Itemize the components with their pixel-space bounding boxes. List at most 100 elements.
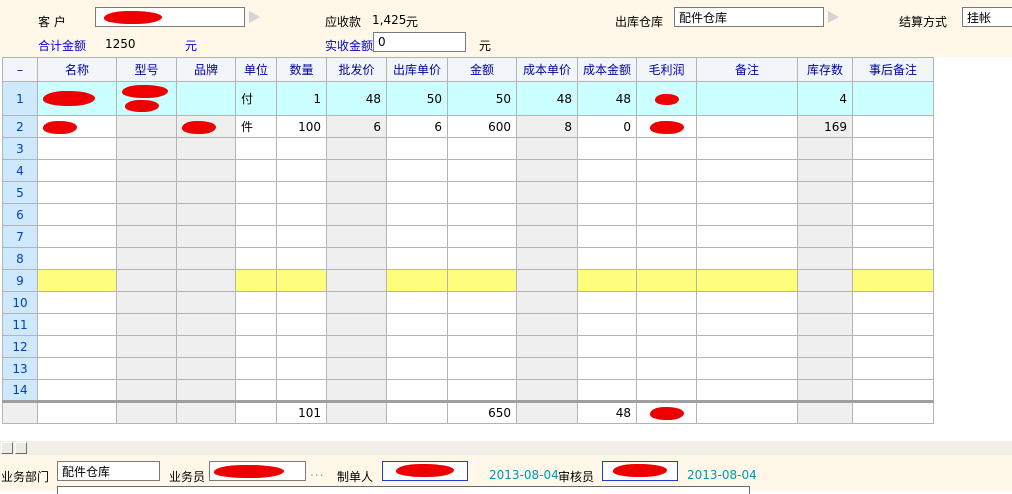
cell-unit[interactable] (236, 248, 277, 270)
cell-stock[interactable] (798, 138, 853, 160)
cell-remark[interactable] (697, 138, 798, 160)
cell-post_remark[interactable] (853, 336, 934, 358)
cell-remark[interactable] (697, 226, 798, 248)
cell-stock[interactable] (798, 270, 853, 292)
more-ellipsis[interactable]: ... (310, 465, 324, 479)
cell-brand[interactable] (177, 380, 236, 402)
cell-unit[interactable] (236, 314, 277, 336)
cell-cost_amount[interactable] (578, 336, 637, 358)
cell-brand[interactable] (177, 270, 236, 292)
cell-name[interactable] (38, 336, 117, 358)
cell-remark[interactable] (697, 248, 798, 270)
cell-remark[interactable] (697, 380, 798, 402)
cell-name[interactable] (38, 160, 117, 182)
cell-unit[interactable] (236, 402, 277, 424)
cell-profit[interactable] (637, 226, 697, 248)
cell-qty[interactable] (277, 292, 327, 314)
cell-amount[interactable] (448, 204, 517, 226)
cell-out_price[interactable] (387, 402, 448, 424)
cell-cost_amount[interactable] (578, 314, 637, 336)
cell-stock[interactable] (798, 402, 853, 424)
remark-textarea[interactable] (57, 486, 750, 494)
salesman-input[interactable] (209, 461, 306, 481)
cell-model[interactable] (117, 270, 177, 292)
cell-out_price[interactable]: 6 (387, 116, 448, 138)
cell-brand[interactable] (177, 292, 236, 314)
cell-name[interactable] (38, 204, 117, 226)
cell-remark[interactable] (697, 358, 798, 380)
cell-cost_amount[interactable] (578, 226, 637, 248)
cell-out_price[interactable] (387, 182, 448, 204)
cell-qty[interactable] (277, 204, 327, 226)
cell-cost_price[interactable] (517, 380, 578, 402)
cell-unit[interactable]: 付 (236, 82, 277, 116)
cell-name[interactable] (38, 358, 117, 380)
cell-wholesale[interactable] (327, 138, 387, 160)
cell-post_remark[interactable] (853, 204, 934, 226)
cell-out_price[interactable] (387, 248, 448, 270)
cell-profit[interactable] (637, 358, 697, 380)
cell-name[interactable] (38, 138, 117, 160)
row-number[interactable]: 7 (3, 226, 38, 248)
cell-unit[interactable] (236, 182, 277, 204)
cell-name[interactable] (38, 248, 117, 270)
cell-cost_amount[interactable] (578, 380, 637, 402)
cell-stock[interactable] (798, 226, 853, 248)
horizontal-scrollbar[interactable] (0, 441, 1012, 455)
cell-cost_price[interactable] (517, 248, 578, 270)
cell-remark[interactable] (697, 402, 798, 424)
cell-profit[interactable] (637, 82, 697, 116)
cell-stock[interactable] (798, 292, 853, 314)
cell-name[interactable] (38, 402, 117, 424)
cell-wholesale[interactable]: 6 (327, 116, 387, 138)
cell-out_price[interactable] (387, 314, 448, 336)
cell-cost_price[interactable] (517, 314, 578, 336)
cell-unit[interactable] (236, 358, 277, 380)
cell-out_price[interactable] (387, 226, 448, 248)
cell-brand[interactable] (177, 314, 236, 336)
cell-unit[interactable]: 件 (236, 116, 277, 138)
cell-wholesale[interactable] (327, 380, 387, 402)
cell-cost_price[interactable] (517, 270, 578, 292)
cell-qty[interactable] (277, 248, 327, 270)
cell-profit[interactable] (637, 402, 697, 424)
row-number[interactable]: 1 (3, 82, 38, 116)
cell-post_remark[interactable] (853, 160, 934, 182)
cell-out_price[interactable]: 50 (387, 82, 448, 116)
cell-out_price[interactable] (387, 336, 448, 358)
cell-cost_price[interactable] (517, 336, 578, 358)
cell-brand[interactable] (177, 204, 236, 226)
cell-remark[interactable] (697, 270, 798, 292)
settlement-input[interactable] (962, 7, 1012, 27)
cell-qty[interactable] (277, 182, 327, 204)
cell-post_remark[interactable] (853, 82, 934, 116)
cell-name[interactable] (38, 226, 117, 248)
cell-model[interactable] (117, 380, 177, 402)
cell-post_remark[interactable] (853, 116, 934, 138)
cell-profit[interactable] (637, 182, 697, 204)
cell-out_price[interactable] (387, 270, 448, 292)
cell-unit[interactable] (236, 380, 277, 402)
cell-wholesale[interactable] (327, 402, 387, 424)
cell-stock[interactable] (798, 248, 853, 270)
cell-qty[interactable] (277, 160, 327, 182)
cell-brand[interactable] (177, 402, 236, 424)
cell-out_price[interactable] (387, 204, 448, 226)
cell-cost_amount[interactable]: 48 (578, 402, 637, 424)
cell-qty[interactable]: 101 (277, 402, 327, 424)
cell-qty[interactable] (277, 336, 327, 358)
cell-amount[interactable] (448, 380, 517, 402)
cell-remark[interactable] (697, 336, 798, 358)
cell-qty[interactable] (277, 138, 327, 160)
cell-wholesale[interactable] (327, 160, 387, 182)
cell-unit[interactable] (236, 160, 277, 182)
row-number[interactable] (3, 402, 38, 424)
cell-qty[interactable] (277, 314, 327, 336)
cell-wholesale[interactable]: 48 (327, 82, 387, 116)
cell-post_remark[interactable] (853, 314, 934, 336)
row-number[interactable]: 14 (3, 380, 38, 402)
row-number[interactable]: 8 (3, 248, 38, 270)
cell-amount[interactable] (448, 314, 517, 336)
received-amount-input[interactable] (373, 32, 466, 52)
cell-post_remark[interactable] (853, 292, 934, 314)
